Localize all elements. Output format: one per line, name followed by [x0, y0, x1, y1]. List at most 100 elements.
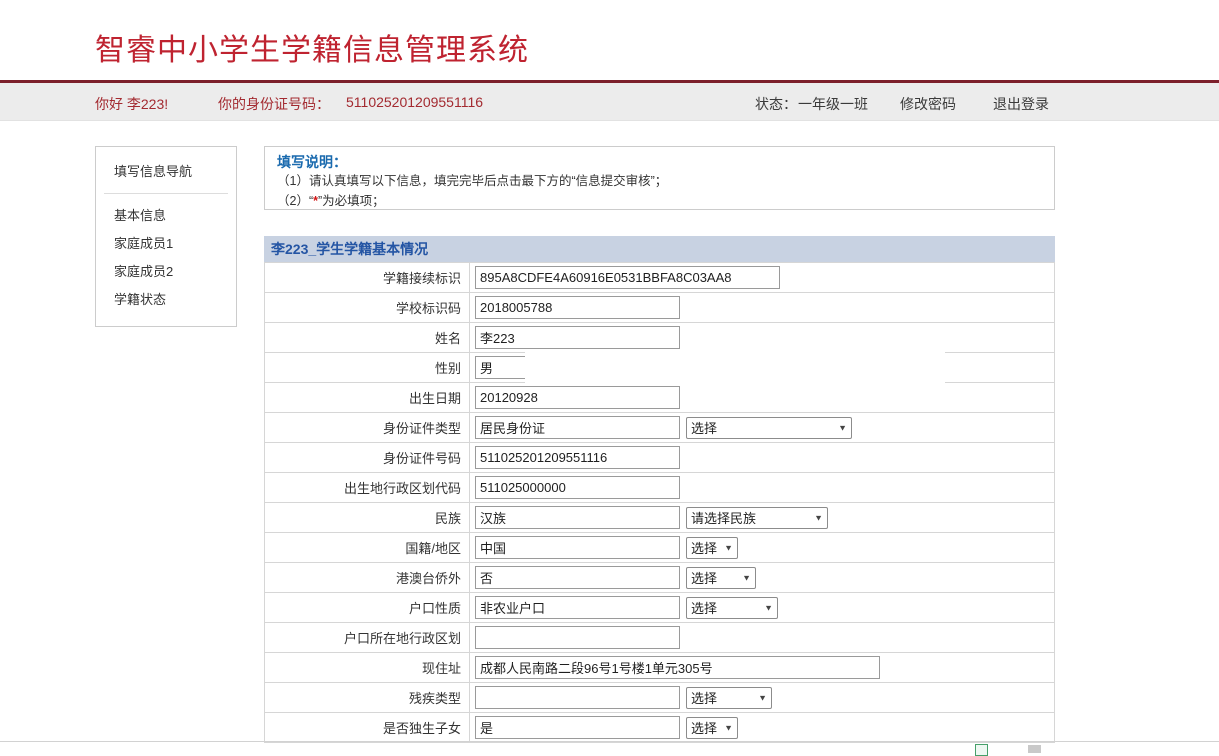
field-label: 现住址: [265, 653, 470, 683]
select-label: 选择: [691, 718, 717, 737]
field-label: 港澳台侨外: [265, 563, 470, 593]
select-label: 选择: [691, 598, 717, 617]
sidebar: 填写信息导航 基本信息 家庭成员1 家庭成员2 学籍状态: [95, 146, 237, 327]
sidebar-item-family-member-1[interactable]: 家庭成员1: [114, 237, 236, 250]
field-label: 出生日期: [265, 383, 470, 413]
field-input[interactable]: [475, 656, 880, 679]
field-input[interactable]: [475, 716, 680, 739]
field-input[interactable]: [475, 386, 680, 409]
form-row: 身份证件号码: [265, 443, 1055, 473]
logout-link[interactable]: 退出登录: [993, 94, 1049, 114]
field-value-cell: [470, 263, 1055, 293]
select-label: 选择: [691, 688, 717, 707]
field-value-cell: 选择 ▼: [470, 713, 1055, 743]
instruction-line-2-suffix: ”为必填项；: [318, 194, 385, 208]
instructions-box: 填写说明： （1）请认真填写以下信息，填完完毕后点击最下方的“信息提交审核”； …: [264, 146, 1055, 210]
field-input[interactable]: [475, 476, 680, 499]
field-label: 姓名: [265, 323, 470, 353]
field-label: 国籍/地区: [265, 533, 470, 563]
change-password-link[interactable]: 修改密码: [900, 94, 956, 114]
field-label: 残疾类型: [265, 683, 470, 713]
id-number-label: 你的身份证号码：: [218, 94, 330, 114]
form-row: 户口性质 选择 ▼: [265, 593, 1055, 623]
chevron-down-icon: ▼: [758, 693, 767, 702]
form-row: 户口所在地行政区划: [265, 623, 1055, 653]
select-label: 请选择民族: [691, 508, 756, 527]
form-table-body: 学籍接续标识学校标识码姓名性别出生日期身份证件类型选择▼身份证件号码出生地行政区…: [265, 263, 1055, 743]
field-select[interactable]: 选择 ▼: [686, 717, 738, 739]
field-value-cell: [470, 383, 1055, 413]
userbar: 你好 李223! 你的身份证号码： 511025201209551116 状态：…: [0, 83, 1219, 121]
select-label: 选择: [691, 538, 717, 557]
field-input[interactable]: [475, 536, 680, 559]
field-value-cell: 选择 ▼: [470, 413, 1055, 443]
field-label: 户口性质: [265, 593, 470, 623]
form-row: 学校标识码: [265, 293, 1055, 323]
chevron-down-icon: ▼: [724, 723, 733, 732]
status-value: 一年级一班: [798, 94, 868, 114]
form-row: 现住址: [265, 653, 1055, 683]
field-select[interactable]: 选择 ▼: [686, 567, 756, 589]
sidebar-item-enrollment-status[interactable]: 学籍状态: [114, 293, 236, 306]
bottom-divider: [0, 741, 1219, 742]
instruction-line-1: （1）请认真填写以下信息，填完完毕后点击最下方的“信息提交审核”；: [277, 171, 1042, 191]
form-row: 姓名: [265, 323, 1055, 353]
instruction-line-2: （2）“*”为必填项；: [277, 191, 1042, 211]
overlay-patch: [525, 351, 945, 383]
sidebar-divider: [104, 193, 228, 194]
chevron-down-icon: ▼: [838, 423, 847, 432]
field-input[interactable]: [475, 506, 680, 529]
field-value-cell: [470, 653, 1055, 683]
field-select[interactable]: 选择 ▼: [686, 687, 772, 709]
field-input[interactable]: [475, 626, 680, 649]
field-input[interactable]: [475, 686, 680, 709]
form-row: 民族请选择民族▼: [265, 503, 1055, 533]
field-value-cell: 选择 ▼: [470, 683, 1055, 713]
field-label: 身份证件类型: [265, 413, 470, 443]
sidebar-item-family-member-2[interactable]: 家庭成员2: [114, 265, 236, 278]
field-value-cell: [470, 473, 1055, 503]
form-row: 身份证件类型 选择 ▼: [265, 413, 1055, 443]
field-input[interactable]: [475, 326, 680, 349]
field-select[interactable]: 选择 ▼: [686, 597, 778, 619]
select-label: 选择: [691, 418, 717, 437]
partial-checkbox[interactable]: [975, 744, 988, 756]
field-label: 出生地行政区划代码: [265, 473, 470, 503]
field-label: 身份证件号码: [265, 443, 470, 473]
page-title: 智睿中小学生学籍信息管理系统: [95, 25, 529, 69]
form-row: 港澳台侨外 选择 ▼: [265, 563, 1055, 593]
select-label: 选择: [691, 568, 717, 587]
field-value-cell: 选择▼: [470, 533, 1055, 563]
field-value-cell: 请选择民族▼: [470, 503, 1055, 533]
id-number-value: 511025201209551116: [346, 94, 483, 110]
form-row: 残疾类型 选择 ▼: [265, 683, 1055, 713]
field-label: 性别: [265, 353, 470, 383]
field-value-cell: [470, 443, 1055, 473]
form-row: 是否独生子女 选择 ▼: [265, 713, 1055, 743]
field-input[interactable]: [475, 566, 680, 589]
form-row: 国籍/地区 选择▼: [265, 533, 1055, 563]
form-row: 出生日期: [265, 383, 1055, 413]
field-input[interactable]: [475, 596, 680, 619]
field-select[interactable]: 选择▼: [686, 537, 738, 559]
field-input[interactable]: [475, 296, 680, 319]
form-section-header: 李223_学生学籍基本情况: [264, 236, 1055, 262]
instructions-title: 填写说明：: [277, 153, 1042, 171]
field-label: 是否独生子女: [265, 713, 470, 743]
chevron-down-icon: ▼: [742, 573, 751, 582]
field-label: 学校标识码: [265, 293, 470, 323]
form-row: 出生地行政区划代码: [265, 473, 1055, 503]
field-input[interactable]: [475, 416, 680, 439]
field-select[interactable]: 请选择民族▼: [686, 507, 828, 529]
main-content: 填写说明： （1）请认真填写以下信息，填完完毕后点击最下方的“信息提交审核”； …: [264, 146, 1055, 743]
field-label: 学籍接续标识: [265, 263, 470, 293]
partial-icon: [1028, 745, 1041, 753]
field-value-cell: 选择 ▼: [470, 563, 1055, 593]
field-input[interactable]: [475, 446, 680, 469]
chevron-down-icon: ▼: [764, 603, 773, 612]
field-value-cell: 选择 ▼: [470, 593, 1055, 623]
form-row: 学籍接续标识: [265, 263, 1055, 293]
field-select[interactable]: 选择 ▼: [686, 417, 852, 439]
sidebar-item-basic-info[interactable]: 基本信息: [114, 209, 236, 222]
field-input[interactable]: [475, 266, 780, 289]
